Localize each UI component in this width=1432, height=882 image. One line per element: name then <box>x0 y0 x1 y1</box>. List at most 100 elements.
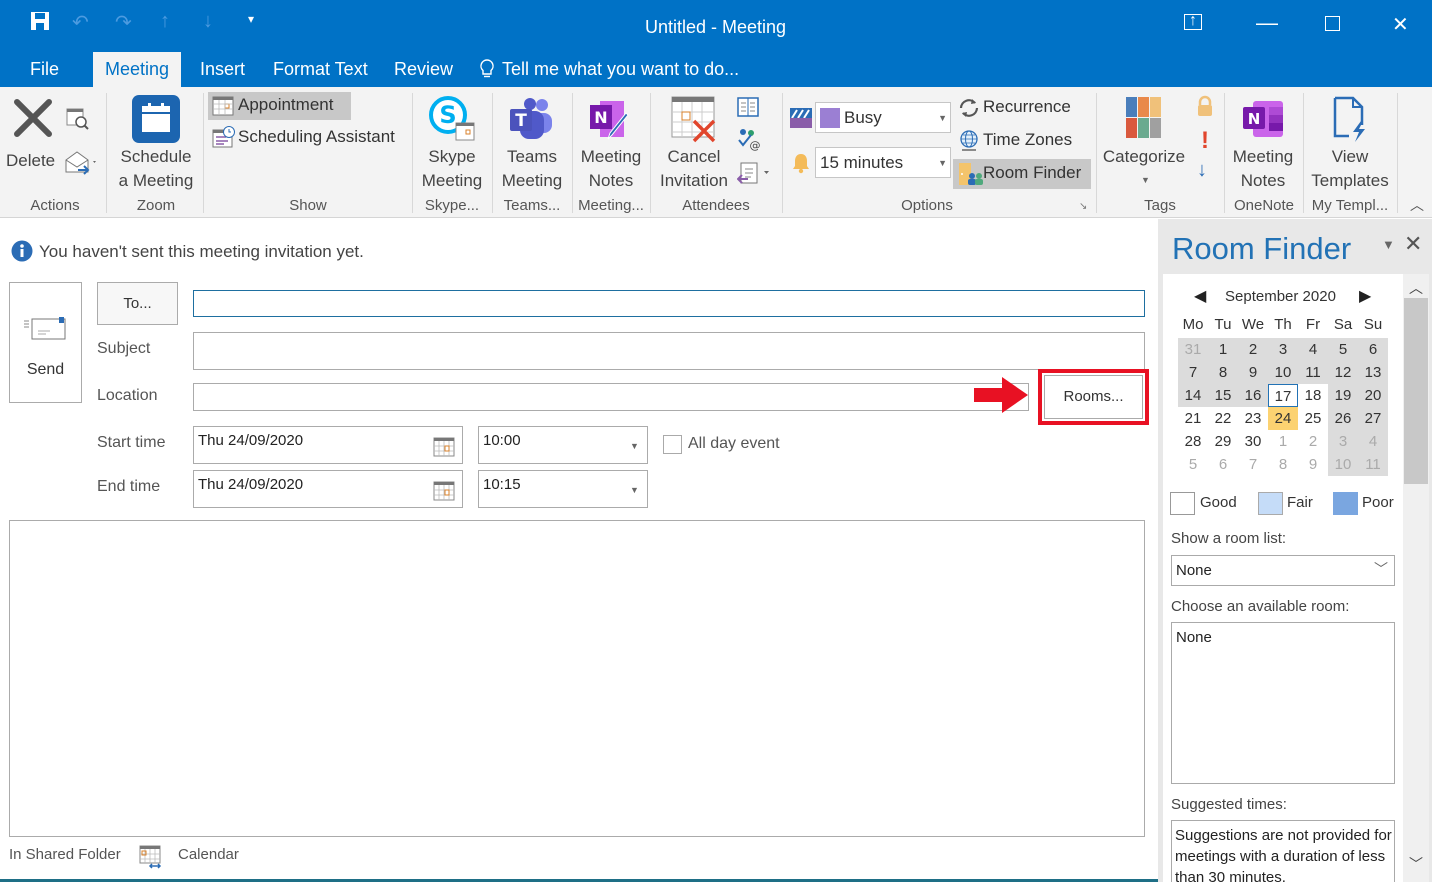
calendar-picker-icon[interactable] <box>433 437 455 457</box>
calendar-day[interactable]: 15 <box>1208 384 1238 407</box>
calendar-day[interactable]: 2 <box>1298 430 1328 453</box>
end-date-input[interactable]: Thu 24/09/2020 <box>193 470 463 508</box>
calendar-day[interactable]: 19 <box>1328 384 1358 407</box>
calendar-day[interactable]: 9 <box>1298 453 1328 476</box>
check-names-icon[interactable]: @ <box>737 127 761 156</box>
customize-qat-icon[interactable]: ▾ <box>248 12 254 26</box>
calendar-day[interactable]: 3 <box>1268 338 1298 361</box>
end-time-dropdown[interactable]: 10:15 ▼ <box>478 470 648 508</box>
calendar-picker-icon[interactable] <box>433 481 455 501</box>
calendar-day[interactable]: 11 <box>1298 361 1328 384</box>
calendar-day[interactable]: 9 <box>1238 361 1268 384</box>
room-list-dropdown[interactable]: None ﹀ <box>1171 555 1395 586</box>
calendar-day[interactable]: 5 <box>1178 453 1208 476</box>
scheduling-assistant-button[interactable]: Scheduling Assistant <box>208 124 408 152</box>
calendar-day[interactable]: 13 <box>1358 361 1388 384</box>
redo-icon[interactable]: ↷ <box>115 10 132 35</box>
start-date-input[interactable]: Thu 24/09/2020 <box>193 426 463 464</box>
tab-review[interactable]: Review <box>394 58 453 87</box>
all-day-checkbox[interactable] <box>663 435 682 454</box>
location-input[interactable] <box>193 383 1029 411</box>
maximize-button[interactable] <box>1325 16 1340 31</box>
schedule-meeting-button[interactable]: Schedule a Meeting <box>112 91 200 191</box>
appointment-button[interactable]: Appointment <box>208 92 351 120</box>
pane-scrollbar[interactable]: ︿ ﹀ <box>1403 274 1429 882</box>
ribbon-display-options-icon[interactable]: ↑ <box>1184 13 1202 30</box>
available-room-list[interactable]: None <box>1171 622 1395 784</box>
send-button[interactable]: Send <box>9 282 82 403</box>
undo-icon[interactable]: ↶ <box>72 10 89 35</box>
tab-format-text[interactable]: Format Text <box>273 58 368 87</box>
calendar-day[interactable]: 29 <box>1208 430 1238 453</box>
tell-me-search[interactable]: Tell me what you want to do... <box>502 58 739 87</box>
cancel-invitation-button[interactable]: Cancel Invitation <box>654 91 734 191</box>
teams-meeting-button[interactable]: T Teams Meeting <box>494 91 570 191</box>
tab-insert[interactable]: Insert <box>200 58 245 87</box>
calendar-search-icon[interactable] <box>66 107 90 136</box>
calendar-day[interactable]: 4 <box>1358 430 1388 453</box>
calendar-day[interactable]: 7 <box>1238 453 1268 476</box>
categorize-button[interactable]: Categorize ▼ <box>1098 91 1190 191</box>
meeting-notes-button[interactable]: N Meeting Notes <box>574 91 648 191</box>
scroll-down-icon[interactable]: ﹀ <box>1409 854 1423 874</box>
to-input[interactable] <box>193 290 1145 317</box>
calendar-day[interactable]: 18 <box>1298 384 1328 407</box>
down-arrow-icon[interactable]: ↓ <box>203 10 213 33</box>
calendar-day[interactable]: 27 <box>1358 407 1388 430</box>
calendar-day[interactable]: 16 <box>1238 384 1268 407</box>
delete-button[interactable]: Delete <box>6 93 60 175</box>
calendar-day[interactable]: 4 <box>1298 338 1328 361</box>
calendar-day[interactable]: 1 <box>1268 430 1298 453</box>
reminder-dropdown[interactable]: 15 minutes ▼ <box>815 147 951 178</box>
tab-meeting[interactable]: Meeting <box>93 52 182 87</box>
calendar-day[interactable]: 6 <box>1208 453 1238 476</box>
minimize-button[interactable]: — <box>1256 10 1278 36</box>
calendar-day[interactable]: 31 <box>1178 338 1208 361</box>
response-options-icon[interactable] <box>736 162 773 191</box>
calendar-day[interactable]: 17 <box>1268 384 1298 407</box>
calendar-day[interactable]: 8 <box>1268 453 1298 476</box>
calendar-day[interactable]: 28 <box>1178 430 1208 453</box>
view-templates-button[interactable]: View Templates <box>1305 91 1395 191</box>
calendar-day[interactable]: 30 <box>1238 430 1268 453</box>
calendar-day[interactable]: 21 <box>1178 407 1208 430</box>
calendar-day[interactable]: 12 <box>1328 361 1358 384</box>
respond-envelope-icon[interactable] <box>64 150 98 181</box>
calendar-day[interactable]: 26 <box>1328 407 1358 430</box>
calendar-day[interactable]: 10 <box>1328 453 1358 476</box>
calendar-day[interactable]: 2 <box>1238 338 1268 361</box>
low-importance-icon[interactable]: ↓ <box>1197 159 1207 182</box>
dialog-launcher-icon[interactable]: ↘ <box>1079 201 1087 212</box>
calendar-day[interactable]: 5 <box>1328 338 1358 361</box>
calendar-day[interactable]: 24 <box>1268 407 1298 430</box>
collapse-ribbon-icon[interactable]: ︿ <box>1410 195 1424 215</box>
calendar-day[interactable]: 8 <box>1208 361 1238 384</box>
prev-month-icon[interactable]: ◀ <box>1194 286 1206 306</box>
calendar-day[interactable]: 6 <box>1358 338 1388 361</box>
recurrence-button[interactable]: Recurrence <box>955 94 1087 122</box>
tab-file[interactable]: File <box>30 58 59 87</box>
room-finder-button[interactable]: Room Finder <box>953 159 1091 189</box>
calendar-day[interactable]: 3 <box>1328 430 1358 453</box>
scroll-up-icon[interactable]: ︿ <box>1409 278 1423 298</box>
meeting-body-editor[interactable] <box>9 520 1145 837</box>
show-as-dropdown[interactable]: Busy ▼ <box>815 102 951 133</box>
next-month-icon[interactable]: ▶ <box>1359 286 1371 306</box>
subject-input[interactable] <box>193 332 1145 370</box>
onenote-meeting-notes-button[interactable]: N Meeting Notes <box>1226 91 1300 191</box>
high-importance-icon[interactable]: ! <box>1201 127 1209 155</box>
save-icon[interactable] <box>29 10 51 38</box>
calendar-day[interactable]: 23 <box>1238 407 1268 430</box>
pane-options-icon[interactable]: ▼ <box>1382 237 1395 252</box>
calendar-day[interactable]: 14 <box>1178 384 1208 407</box>
calendar-day[interactable]: 25 <box>1298 407 1328 430</box>
pane-close-icon[interactable]: ✕ <box>1404 231 1422 257</box>
private-lock-icon[interactable] <box>1196 95 1214 122</box>
skype-meeting-button[interactable]: S Skype Meeting <box>414 91 490 191</box>
address-book-icon[interactable] <box>737 96 761 123</box>
start-time-dropdown[interactable]: 10:00 ▼ <box>478 426 648 464</box>
calendar-day[interactable]: 11 <box>1358 453 1388 476</box>
up-arrow-icon[interactable]: ↑ <box>160 10 170 33</box>
rooms-button[interactable]: Rooms... <box>1044 375 1143 419</box>
calendar-day[interactable]: 20 <box>1358 384 1388 407</box>
